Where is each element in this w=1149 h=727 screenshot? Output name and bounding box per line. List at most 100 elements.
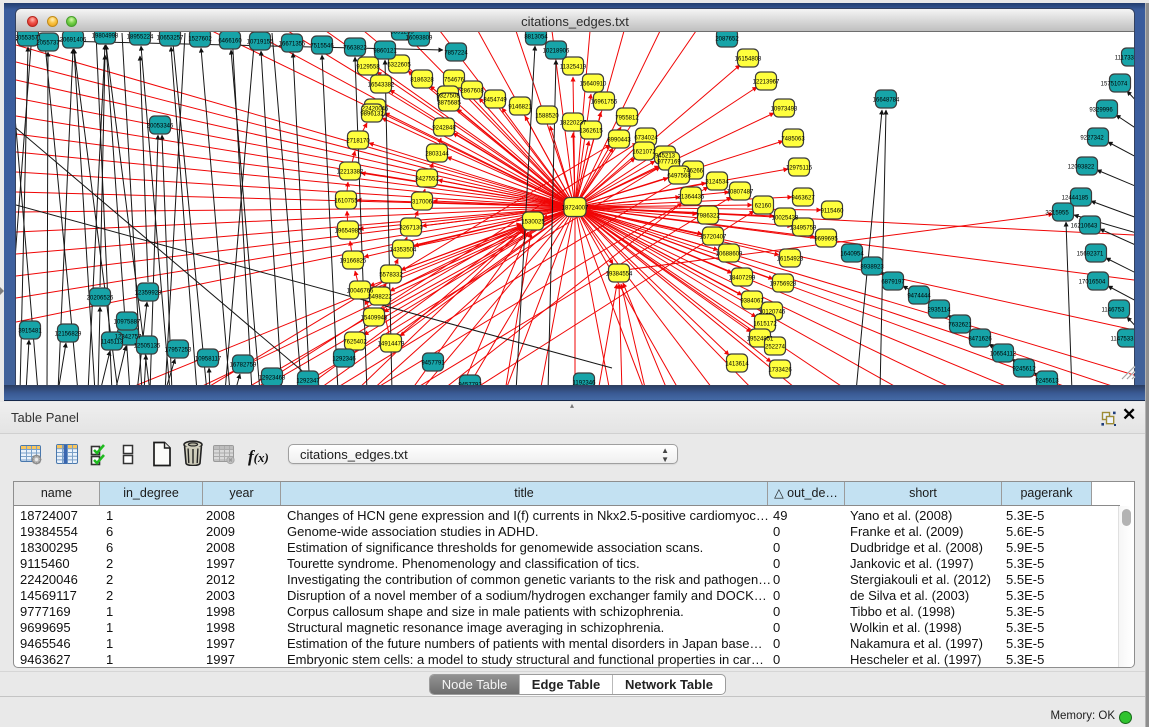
svg-text:10958117: 10958117 <box>195 357 222 363</box>
svg-text:1292347: 1292347 <box>296 379 320 385</box>
svg-text:10120746: 10120746 <box>759 310 786 316</box>
svg-text:9329996: 9329996 <box>1089 108 1113 114</box>
svg-text:15692371: 15692371 <box>1077 252 1104 258</box>
svg-text:18220237: 18220237 <box>560 121 587 127</box>
svg-text:9245613: 9245613 <box>1035 379 1059 385</box>
svg-text:1733426: 1733426 <box>768 368 792 374</box>
svg-text:7663822: 7663822 <box>343 46 367 52</box>
svg-text:10807487: 10807487 <box>727 190 754 196</box>
svg-text:9146821: 9146821 <box>508 105 532 111</box>
svg-text:10688609: 10688609 <box>716 252 743 258</box>
svg-text:12975115: 12975115 <box>786 166 813 172</box>
svg-text:8813054: 8813054 <box>524 35 548 41</box>
svg-text:9457791: 9457791 <box>421 361 445 367</box>
svg-text:6879197: 6879197 <box>881 280 905 286</box>
svg-text:16093809: 16093809 <box>406 36 433 42</box>
svg-text:9777169: 9777169 <box>657 160 681 166</box>
svg-text:12444185: 12444185 <box>1062 196 1089 202</box>
svg-text:6734024: 6734024 <box>634 136 658 142</box>
svg-text:10975887: 10975887 <box>114 320 141 326</box>
svg-text:7515546: 7515546 <box>310 44 334 50</box>
svg-text:9115460: 9115460 <box>821 209 845 215</box>
svg-text:9457792: 9457792 <box>458 383 482 386</box>
svg-text:317006: 317006 <box>412 200 433 206</box>
svg-text:17957253: 17957253 <box>165 348 192 354</box>
svg-text:1615172: 1615172 <box>753 322 777 328</box>
svg-text:16154808: 16154808 <box>735 57 762 63</box>
svg-text:2935114: 2935114 <box>928 308 952 314</box>
svg-text:754676: 754676 <box>444 78 465 84</box>
svg-text:15720407: 15720407 <box>700 235 727 241</box>
svg-text:8471626: 8471626 <box>968 337 992 343</box>
svg-text:16210643: 16210643 <box>1071 224 1098 230</box>
svg-text:16648784: 16648784 <box>873 98 900 104</box>
svg-text:18407299: 18407299 <box>729 276 756 282</box>
svg-text:7485063: 7485063 <box>781 137 805 143</box>
svg-text:10218906: 10218906 <box>543 49 570 55</box>
svg-text:9227342: 9227342 <box>1080 136 1104 142</box>
svg-text:1117334: 1117334 <box>1115 56 1134 62</box>
svg-text:1292346: 1292346 <box>332 357 356 363</box>
svg-text:9463627: 9463627 <box>791 196 815 202</box>
svg-text:12923468: 12923468 <box>259 376 286 382</box>
svg-text:14914479: 14914479 <box>378 342 405 348</box>
svg-text:1621072: 1621072 <box>632 150 656 156</box>
svg-text:18724007: 18724007 <box>562 206 589 212</box>
svg-text:12505135: 12505135 <box>134 344 161 350</box>
svg-text:3267130: 3267130 <box>399 226 423 232</box>
svg-text:3124534: 3124534 <box>705 180 729 186</box>
svg-text:7632621: 7632621 <box>948 323 972 329</box>
svg-text:10025438: 10025438 <box>772 216 799 222</box>
svg-text:1192346: 1192346 <box>573 381 597 386</box>
svg-text:8990443: 8990443 <box>607 138 631 144</box>
svg-text:3875685: 3875685 <box>437 101 461 107</box>
svg-text:10654112: 10654112 <box>990 352 1017 358</box>
svg-text:9242848: 9242848 <box>432 126 456 132</box>
svg-text:9474444: 9474444 <box>907 294 931 300</box>
svg-text:1145113: 1145113 <box>101 340 124 346</box>
svg-text:1588520: 1588520 <box>535 114 559 120</box>
svg-text:14353504: 14353504 <box>390 248 417 254</box>
svg-text:10719155: 10719155 <box>247 40 274 46</box>
svg-text:12359928: 12359928 <box>135 291 162 297</box>
svg-text:2867608: 2867608 <box>460 89 484 95</box>
svg-text:12213382: 12213382 <box>337 170 364 176</box>
svg-text:1147533: 1147533 <box>1111 337 1134 343</box>
svg-text:3215955: 3215955 <box>1045 211 1069 217</box>
svg-text:19166825: 19166825 <box>340 259 367 265</box>
svg-text:7625402: 7625402 <box>343 340 367 346</box>
svg-text:21364436: 21364436 <box>678 195 705 201</box>
svg-text:15751074: 15751074 <box>1101 82 1128 88</box>
svg-text:7857224: 7857224 <box>444 51 468 57</box>
svg-text:5498222: 5498222 <box>368 295 392 301</box>
svg-text:3915481: 3915481 <box>18 329 42 335</box>
svg-text:10653257: 10653257 <box>157 36 184 42</box>
svg-text:12156829: 12156829 <box>55 332 82 338</box>
svg-text:1362615: 1362615 <box>579 129 603 135</box>
svg-text:19654985: 19654985 <box>335 229 362 235</box>
svg-text:252274: 252274 <box>765 345 786 351</box>
svg-text:20206526: 20206526 <box>87 296 114 302</box>
svg-text:15640910: 15640910 <box>580 82 607 88</box>
svg-text:1527602: 1527602 <box>188 37 212 43</box>
svg-text:2055737: 2055737 <box>36 41 60 47</box>
svg-text:16154923: 16154923 <box>777 257 804 263</box>
svg-text:2718170: 2718170 <box>346 139 370 145</box>
svg-text:9327508: 9327508 <box>436 94 460 100</box>
svg-text:9245612: 9245612 <box>1012 367 1036 373</box>
svg-text:9699695: 9699695 <box>814 237 838 243</box>
svg-text:6497568: 6497568 <box>667 174 691 180</box>
svg-text:18955224: 18955224 <box>127 35 154 41</box>
svg-text:15409948: 15409948 <box>361 316 388 322</box>
svg-text:8427552: 8427552 <box>415 177 439 183</box>
svg-text:7986322: 7986322 <box>696 214 720 220</box>
svg-text:1530025: 1530025 <box>521 220 545 226</box>
svg-text:8186328: 8186328 <box>410 78 434 84</box>
svg-text:9384067: 9384067 <box>740 299 764 305</box>
svg-text:8454749: 8454749 <box>483 98 507 104</box>
svg-text:10973493: 10973493 <box>771 107 798 113</box>
svg-text:19384554: 19384554 <box>606 272 633 278</box>
svg-text:62160: 62160 <box>755 204 772 210</box>
svg-text:19524851: 19524851 <box>747 337 774 343</box>
svg-text:16961755: 16961755 <box>591 100 618 106</box>
